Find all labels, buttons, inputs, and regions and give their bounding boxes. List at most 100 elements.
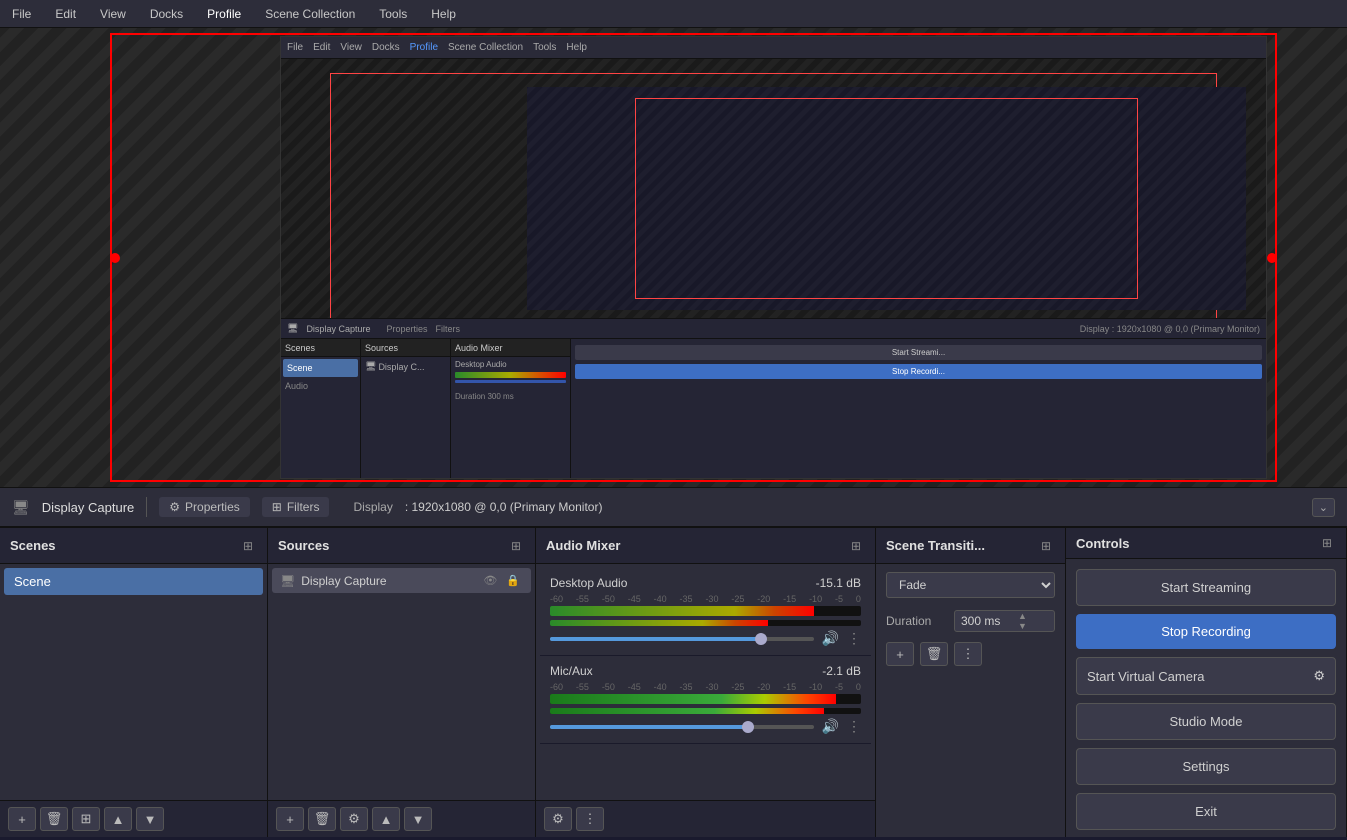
vcam-label: Start Virtual Camera [1087,669,1205,684]
scenes-footer: + 🗑 ⊞ ▲ ▼ [0,800,267,837]
desktop-audio-slider[interactable] [550,637,814,641]
menu-bar: File Edit View Docks Profile Scene Colle… [0,0,1347,28]
sources-down-btn[interactable]: ▼ [404,807,432,831]
gear-icon: ⚙ [169,500,180,514]
sources-add-btn[interactable]: + [276,807,304,831]
audio-mixer-footer: ⚙ ⋮ [536,800,875,837]
desktop-audio-controls: 🔊 ⋮ [550,630,861,647]
sources-settings-btn[interactable]: ⚙ [340,807,368,831]
source-visibility-btn[interactable]: 👁 [480,573,500,588]
scenes-add-btn[interactable]: + [8,807,36,831]
scene-item-scene[interactable]: Scene [4,568,263,595]
mic-mute-btn[interactable]: 🔊 [822,718,839,735]
transitions-panel-icon-btn[interactable]: ⊞ [1037,537,1055,555]
filters-button[interactable]: ⊞ Filters [262,497,330,517]
sources-panel: Sources ⊞ 🖥 Display Capture 👁 🔒 + 🗑 ⚙ ▲ … [268,528,536,837]
start-virtual-camera-button[interactable]: Start Virtual Camera ⚙ [1076,657,1336,695]
transition-add-btn[interactable]: + [886,642,914,666]
scenes-panel-title: Scenes [10,538,56,553]
audio-mixer-header: Audio Mixer ⊞ [536,528,875,564]
mic-slider-thumb[interactable] [742,721,754,733]
display-value: : 1920x1080 @ 0,0 (Primary Monitor) [405,500,603,514]
scene-transitions-panel: Scene Transiti... ⊞ Cut Fade Swipe Slide… [876,528,1066,837]
filter-icon: ⊞ [272,500,282,514]
controls-panel-icon-btn[interactable]: ⊞ [1318,534,1336,552]
menu-edit[interactable]: Edit [51,5,80,23]
duration-label: Duration [886,614,946,628]
desktop-mute-btn[interactable]: 🔊 [822,630,839,647]
transitions-panel-header: Scene Transiti... ⊞ [876,528,1065,564]
audio-more-footer-btn[interactable]: ⋮ [576,807,604,831]
duration-input-wrap: ▲ ▼ [954,610,1055,632]
settings-button[interactable]: Settings [1076,748,1336,785]
resize-handle-right[interactable] [1267,253,1277,263]
controls-panel-icons: ⊞ [1318,534,1336,552]
desktop-vu-bar [550,606,814,616]
desktop-slider-fill [550,637,761,641]
resize-handle-left[interactable] [110,253,120,263]
desktop-vu-labels: -60-55-50-45-40-35-30-25-20-15-10-50 [550,594,861,604]
desktop-vu-meter-2 [550,620,861,626]
scenes-down-btn[interactable]: ▼ [136,807,164,831]
mic-vu-labels: -60-55-50-45-40-35-30-25-20-15-10-50 [550,682,861,692]
menu-tools[interactable]: Tools [375,5,411,23]
audio-mixer-icon-btn[interactable]: ⊞ [847,537,865,555]
mic-audio-name: Mic/Aux [550,664,593,678]
controls-panel-header: Controls ⊞ [1066,528,1346,559]
audio-mixer-icons: ⊞ [847,537,865,555]
duration-down-btn[interactable]: ▼ [1015,621,1030,631]
transition-select[interactable]: Cut Fade Swipe Slide Stinger Fade to Col… [886,572,1055,598]
display-capture-icon: 🖥 [280,574,295,588]
mic-audio-slider[interactable] [550,725,814,729]
properties-button[interactable]: ⚙ Properties [159,497,249,517]
duration-up-btn[interactable]: ▲ [1015,611,1030,621]
mic-vu-meter [550,694,861,704]
mic-more-btn[interactable]: ⋮ [847,718,861,735]
desktop-vu-bar-2 [550,620,768,626]
transition-more-btn[interactable]: ⋮ [954,642,982,666]
source-lock-btn[interactable]: 🔒 [503,573,523,588]
desktop-more-btn[interactable]: ⋮ [847,630,861,647]
scenes-filter-btn[interactable]: ⊞ [72,807,100,831]
expand-button[interactable]: ⌄ [1312,498,1335,517]
transition-select-wrap: Cut Fade Swipe Slide Stinger Fade to Col… [876,564,1065,606]
scenes-remove-btn[interactable]: 🗑 [40,807,68,831]
menu-profile[interactable]: Profile [203,5,245,23]
menu-help[interactable]: Help [427,5,460,23]
source-item-buttons: 👁 🔒 [480,573,523,588]
display-dropdown[interactable]: ⌄ [1312,498,1335,517]
scenes-panel-icon-btn[interactable]: ⊞ [239,537,257,555]
studio-mode-button[interactable]: Studio Mode [1076,703,1336,740]
menu-scene-collection[interactable]: Scene Collection [261,5,359,23]
source-bar: 🖥 Display Capture ⚙ Properties ⊞ Filters… [0,487,1347,527]
menu-file[interactable]: File [8,5,35,23]
vcam-settings-icon[interactable]: ⚙ [1313,668,1325,684]
scenes-panel-header: Scenes ⊞ [0,528,267,564]
source-bar-icon: 🖥 [12,499,30,516]
sources-up-btn[interactable]: ▲ [372,807,400,831]
transition-remove-btn[interactable]: 🗑 [920,642,948,666]
controls-panel: Controls ⊞ Start Streaming Stop Recordin… [1066,528,1347,837]
exit-button[interactable]: Exit [1076,793,1336,830]
audio-tracks: Desktop Audio -15.1 dB -60-55-50-45-40-3… [536,564,875,800]
scenes-panel: Scenes ⊞ Scene + 🗑 ⊞ ▲ ▼ [0,528,268,837]
scenes-up-btn[interactable]: ▲ [104,807,132,831]
menu-view[interactable]: View [96,5,130,23]
transitions-panel-title: Scene Transiti... [886,538,985,553]
audio-mixer-title: Audio Mixer [546,538,620,553]
audio-settings-btn[interactable]: ⚙ [544,807,572,831]
sources-remove-btn[interactable]: 🗑 [308,807,336,831]
duration-input[interactable] [955,611,1015,631]
sources-footer: + 🗑 ⚙ ▲ ▼ [268,800,535,837]
menu-docks[interactable]: Docks [146,5,187,23]
source-bar-title: Display Capture [42,500,135,515]
desktop-slider-thumb[interactable] [755,633,767,645]
sources-panel-title: Sources [278,538,329,553]
bottom-panels: Scenes ⊞ Scene + 🗑 ⊞ ▲ ▼ Sources ⊞ 🖥 Di [0,527,1347,837]
source-item-name: Display Capture [301,574,474,588]
stop-recording-button[interactable]: Stop Recording [1076,614,1336,649]
sources-panel-icon-btn[interactable]: ⊞ [507,537,525,555]
source-item-display-capture[interactable]: 🖥 Display Capture 👁 🔒 [272,568,531,593]
mic-vu-bar [550,694,836,704]
start-streaming-button[interactable]: Start Streaming [1076,569,1336,606]
